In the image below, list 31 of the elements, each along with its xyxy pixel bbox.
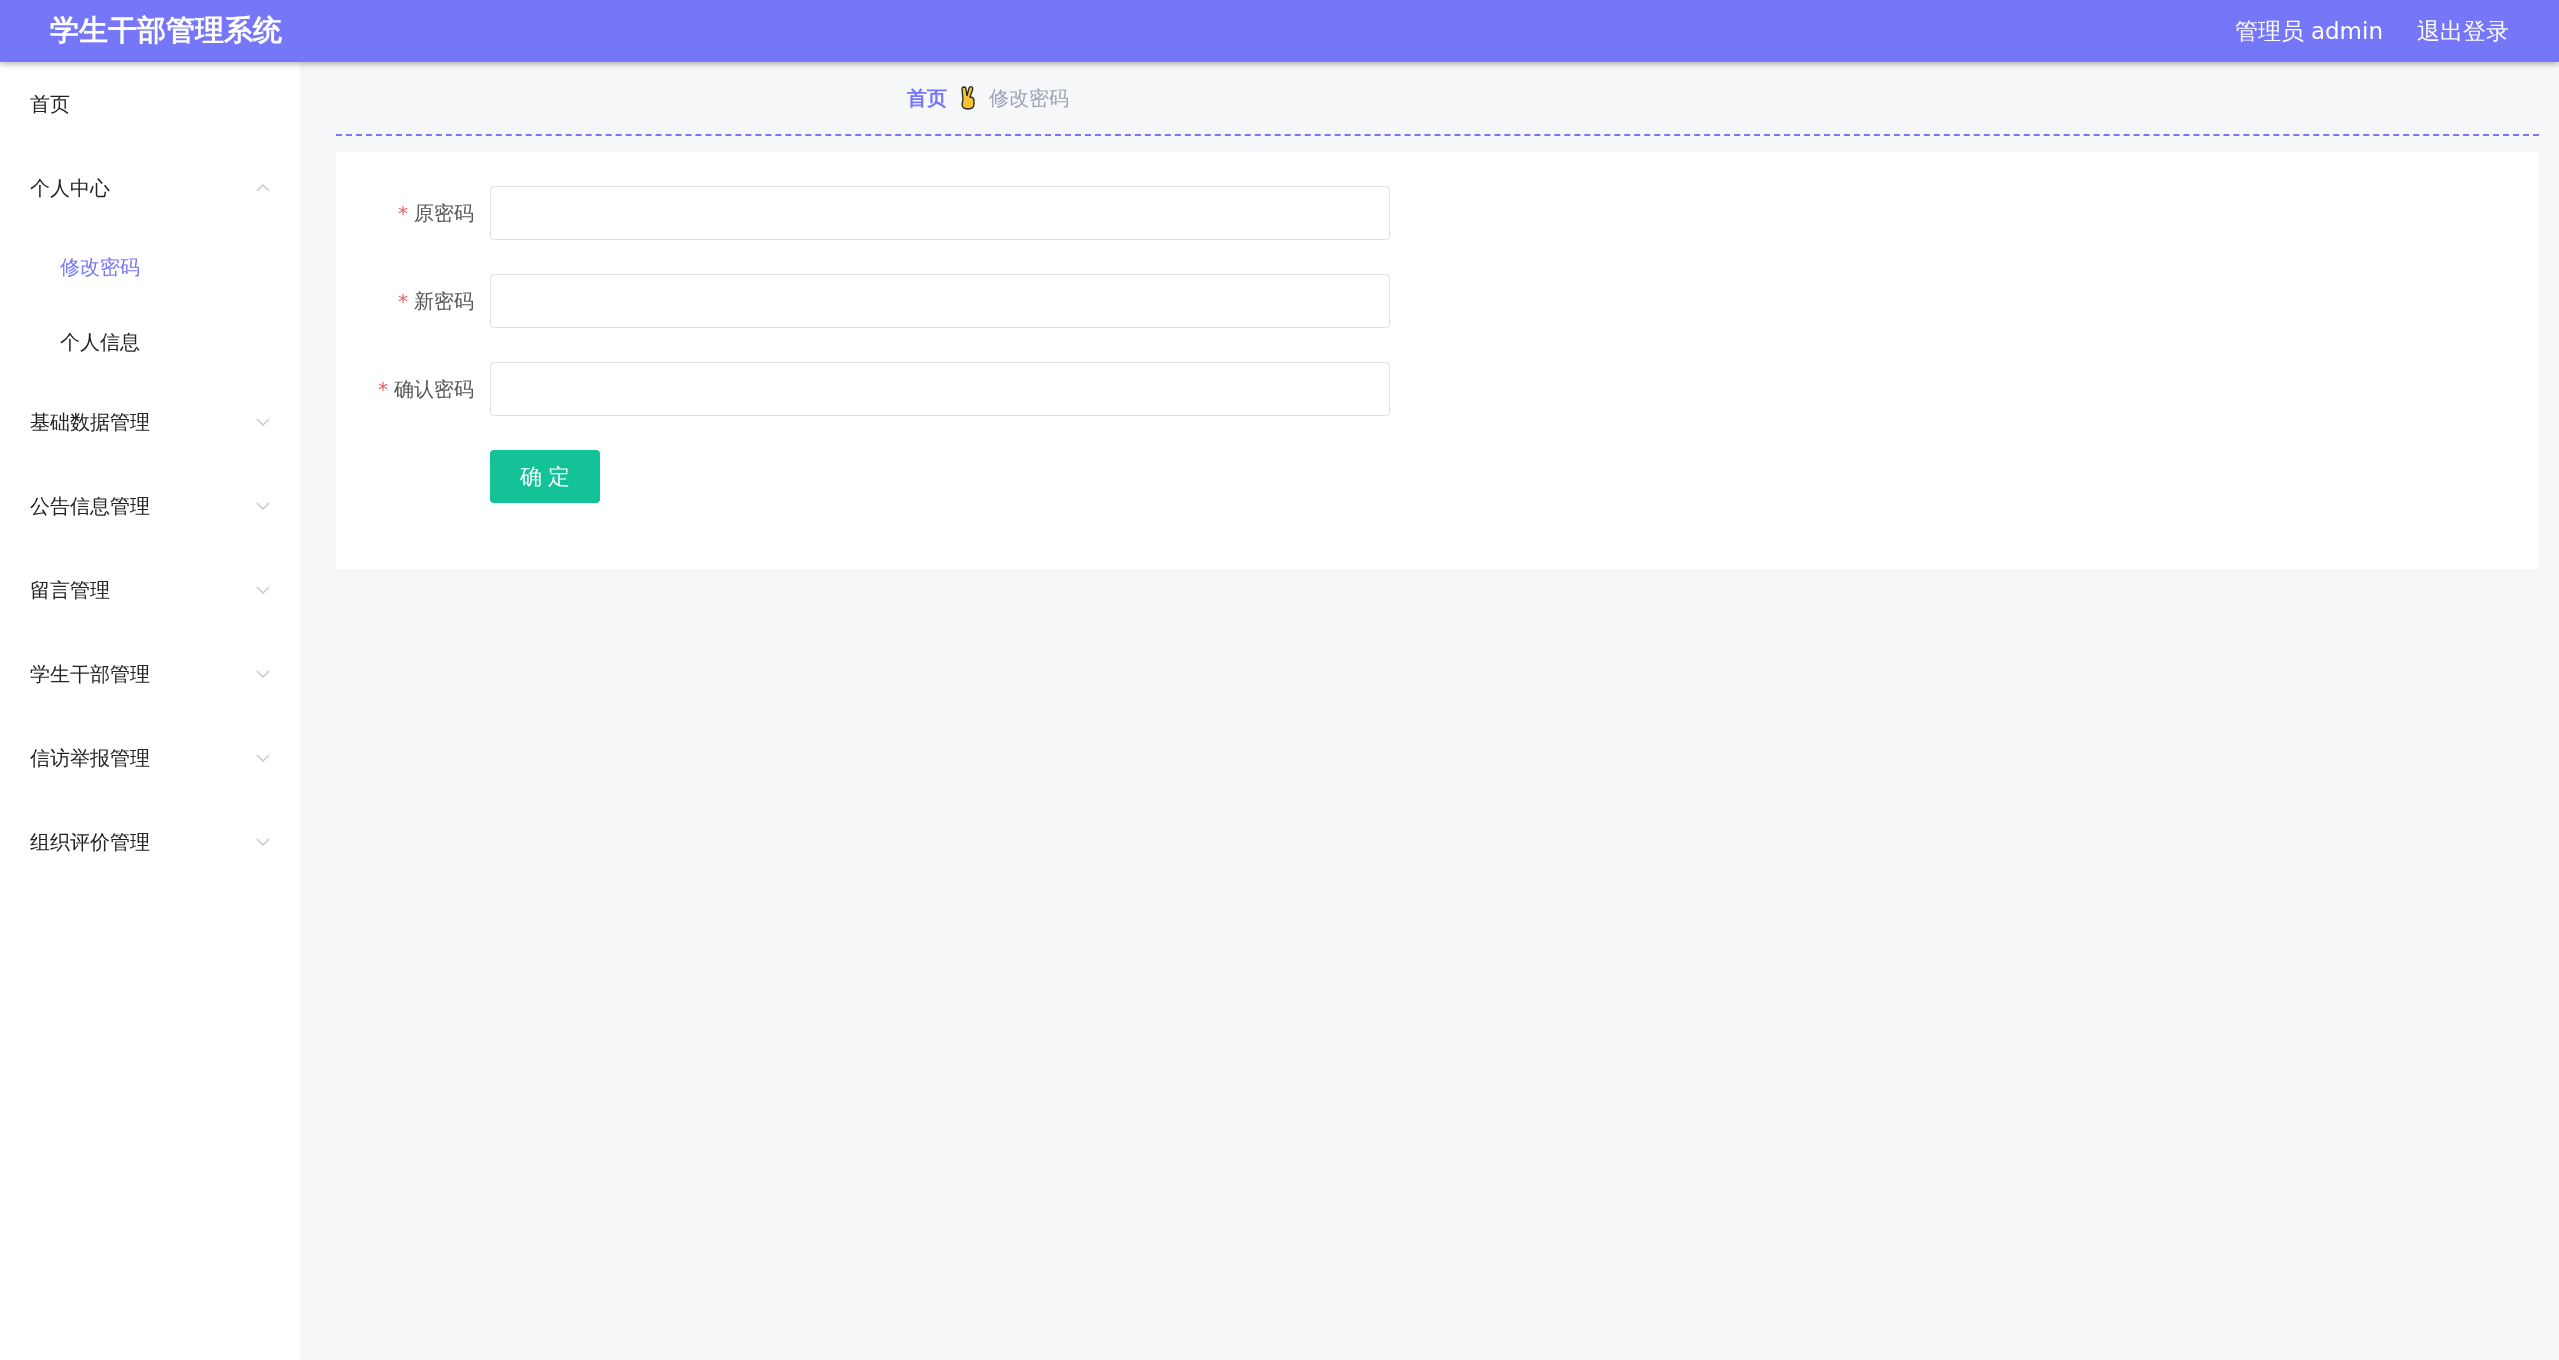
menu-group[interactable]: 信访举报管理 — [0, 716, 300, 800]
logout-link[interactable]: 退出登录 — [2417, 15, 2509, 47]
user-label: 管理员 admin — [2234, 16, 2383, 46]
chevron-down-icon — [256, 838, 270, 846]
menu-item[interactable]: 首页 — [0, 62, 300, 146]
password-field[interactable] — [490, 274, 1390, 328]
submenu-item[interactable]: 修改密码 — [0, 230, 300, 305]
chevron-up-icon — [256, 184, 270, 192]
menu-group[interactable]: 组织评价管理 — [0, 800, 300, 884]
submenu-item[interactable]: 个人信息 — [0, 305, 300, 380]
field-label: 原密码 — [414, 200, 474, 225]
chevron-down-icon — [256, 586, 270, 594]
chevron-down-icon — [256, 754, 270, 762]
field-label: 新密码 — [414, 288, 474, 313]
menu-group[interactable]: 个人中心 — [0, 146, 300, 230]
required-mark: * — [378, 376, 388, 401]
password-field[interactable] — [490, 186, 1390, 240]
hand-icon — [958, 86, 977, 110]
chevron-down-icon — [256, 670, 270, 678]
menu-group[interactable]: 公告信息管理 — [0, 464, 300, 548]
required-mark: * — [398, 200, 408, 225]
password-field[interactable] — [490, 362, 1390, 416]
menu-group[interactable]: 学生干部管理 — [0, 632, 300, 716]
menu-group[interactable]: 留言管理 — [0, 548, 300, 632]
field-label: 确认密码 — [394, 376, 474, 401]
chevron-down-icon — [256, 502, 270, 510]
required-mark: * — [398, 288, 408, 313]
breadcrumb-item: 修改密码 — [988, 84, 1069, 112]
chevron-down-icon — [256, 418, 270, 426]
app-title: 学生干部管理系统 — [50, 12, 282, 49]
menu-group[interactable]: 基础数据管理 — [0, 380, 300, 464]
